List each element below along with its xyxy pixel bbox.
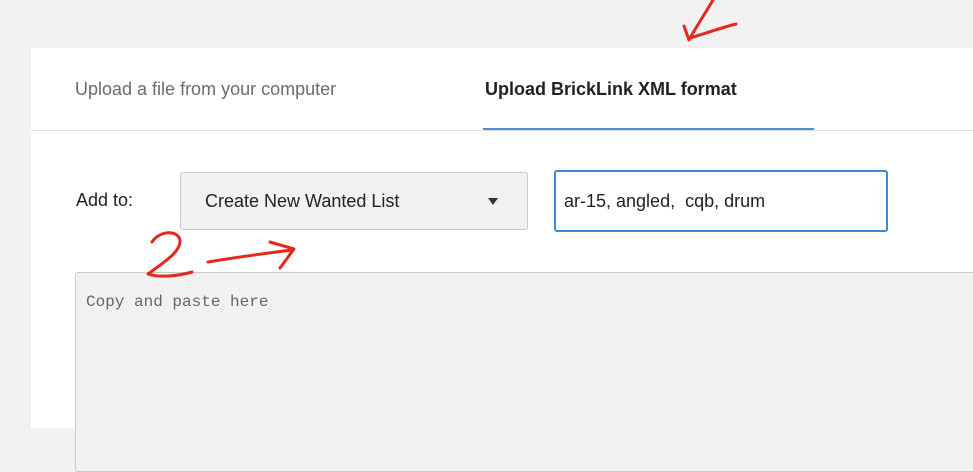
wanted-list-dropdown-label: Create New Wanted List (205, 191, 400, 211)
xml-paste-textarea[interactable] (75, 272, 973, 472)
chevron-down-icon (488, 198, 498, 205)
tab-upload-xml[interactable]: Upload BrickLink XML format (485, 48, 737, 130)
annotation-arrow-top (682, 0, 738, 42)
tab-bar: Upload a file from your computer Upload … (31, 48, 973, 131)
list-name-input[interactable] (554, 170, 888, 232)
add-to-label: Add to: (76, 190, 134, 210)
wanted-list-dropdown[interactable]: Create New Wanted List (180, 172, 528, 230)
upload-panel: Upload a file from your computer Upload … (31, 48, 973, 472)
tab-upload-file[interactable]: Upload a file from your computer (75, 48, 336, 130)
active-tab-indicator (483, 128, 814, 130)
